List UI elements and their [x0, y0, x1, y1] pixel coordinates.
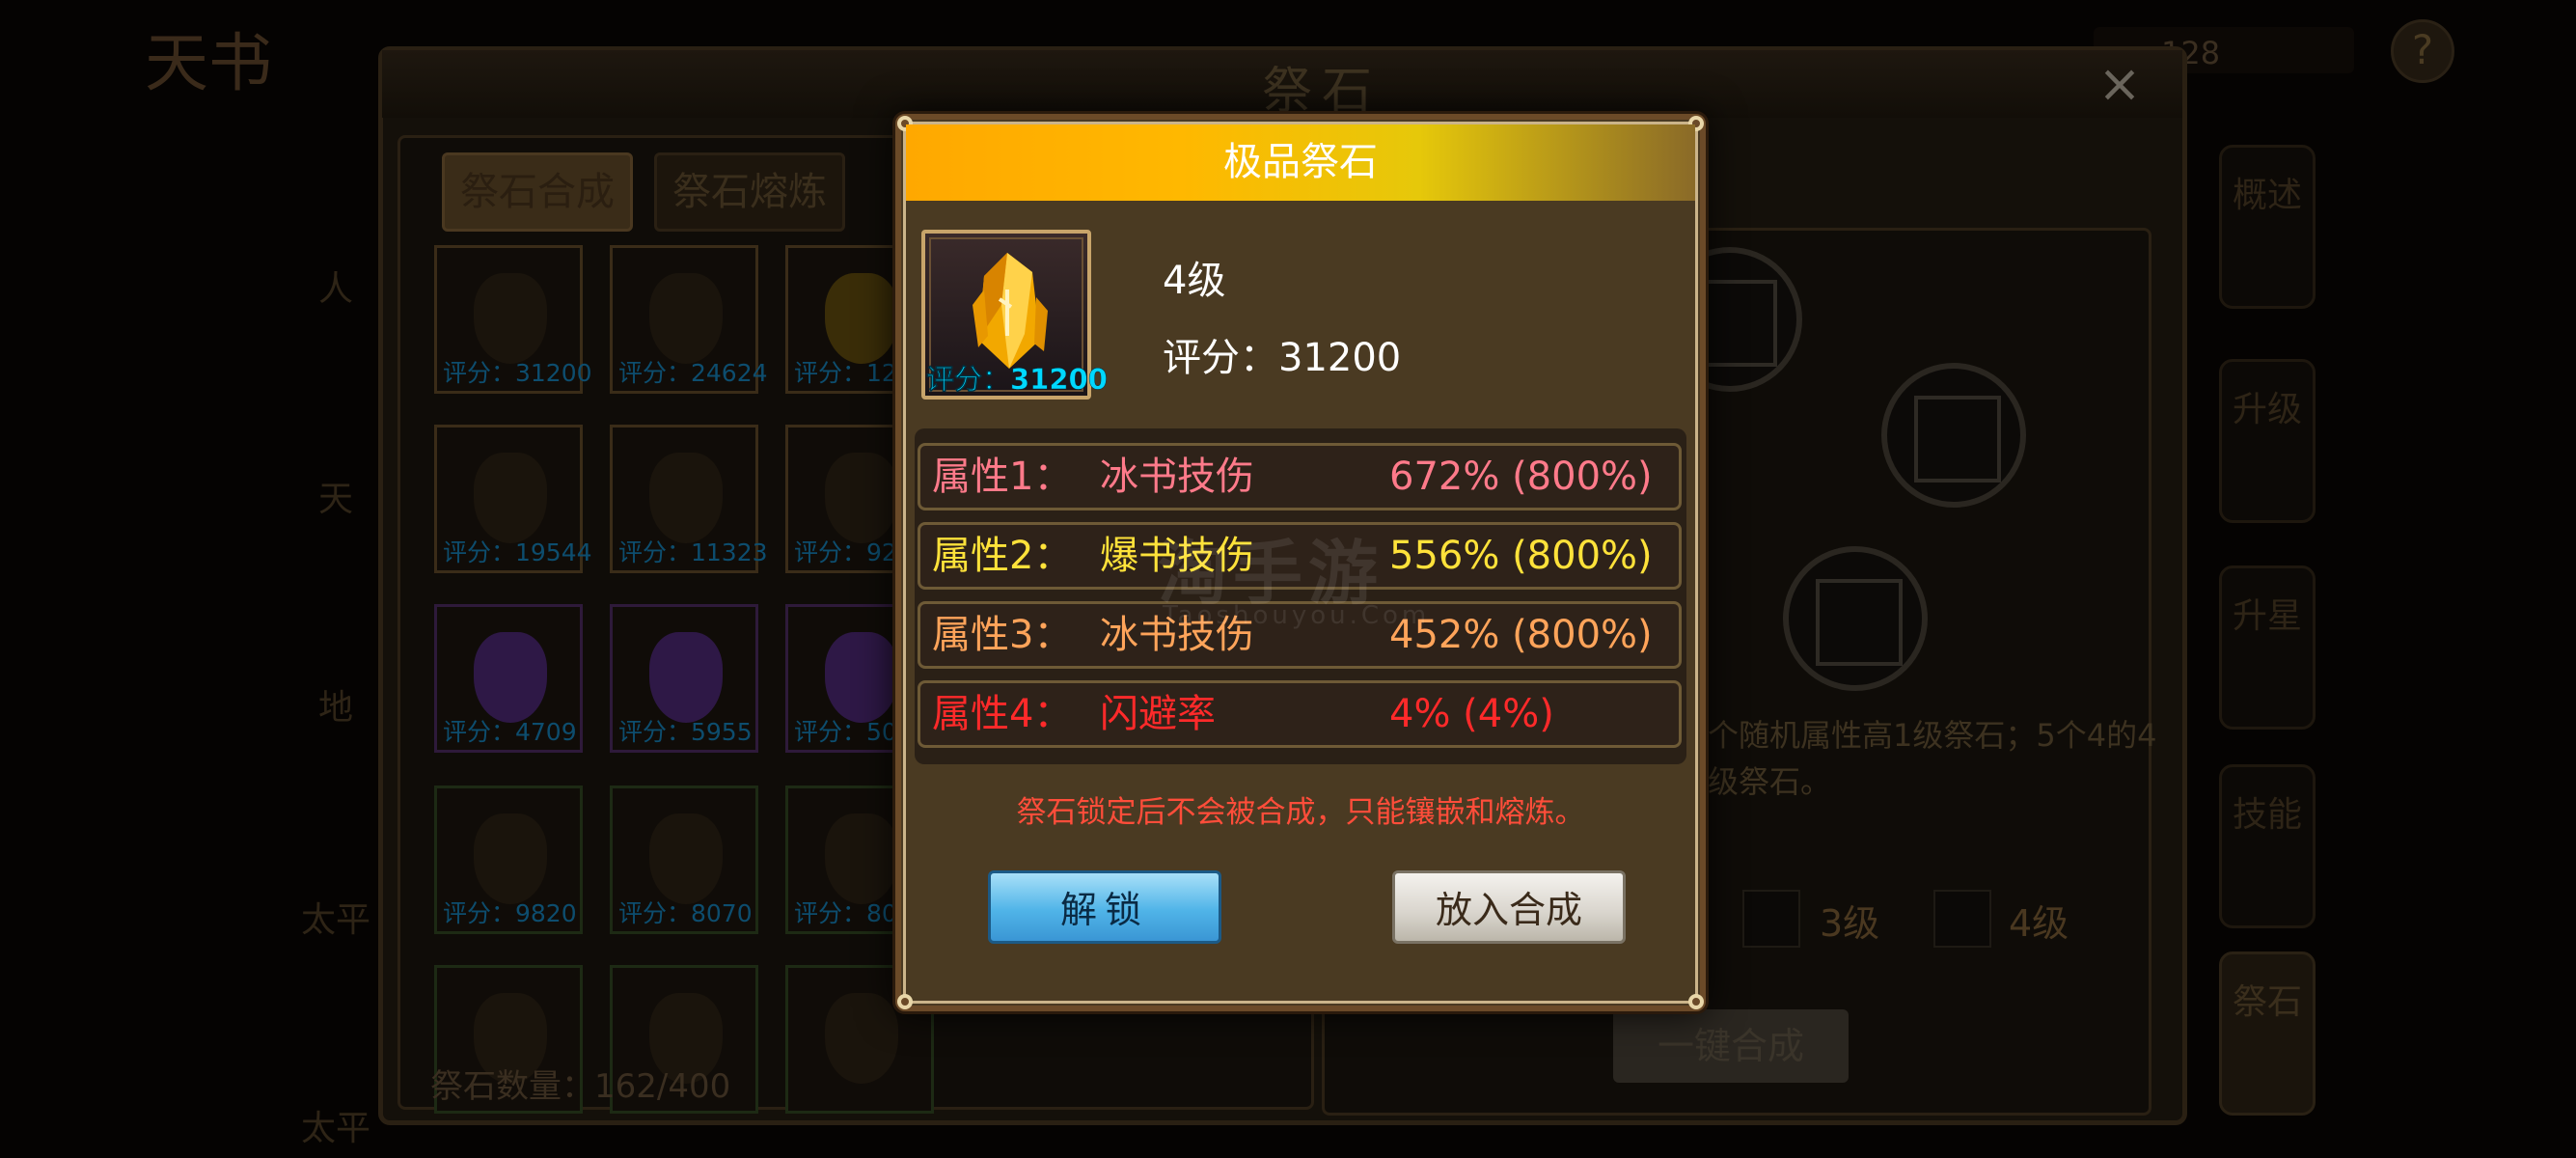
crystal-icon [649, 632, 723, 723]
level-checkbox[interactable] [1742, 890, 1800, 948]
side-label: 天 [318, 480, 354, 519]
level-checkbox[interactable] [1933, 890, 1991, 948]
compose-slot[interactable] [1881, 363, 2026, 508]
side-label: 太平 [301, 1109, 371, 1148]
attribute-value: 556% (800%) [1389, 534, 1653, 578]
stone-slot[interactable]: 评分：4709 [434, 604, 583, 753]
crystal-icon [825, 273, 898, 364]
attribute-row: 属性1： 冰书技伤 672% (800%) [918, 443, 1682, 510]
help-icon[interactable]: ? [2391, 19, 2454, 83]
attribute-value: 672% (800%) [1389, 455, 1653, 499]
stone-score: 评分：11323 [618, 538, 768, 566]
frame-corner [897, 994, 913, 1009]
lock-icon [825, 813, 898, 904]
stone-score: 评分：19544 [443, 538, 592, 566]
stone-score: 评分：5955 [618, 718, 753, 746]
stone-slot[interactable]: 评分：19544 [434, 425, 592, 573]
attribute-label: 属性1： [932, 455, 1073, 499]
stone-score: 评分：31200 [443, 359, 592, 387]
level-option-label: 3级 [1820, 902, 1880, 945]
stone-window-title: 祭石 [1261, 63, 1382, 121]
compose-description: 个随机属性高1级祭石；5个4的4级祭石。 [1708, 717, 2157, 800]
side-label: 太平 [301, 900, 371, 940]
frame-corner [1688, 994, 1704, 1009]
lock-icon [474, 273, 547, 364]
lock-icon [825, 453, 898, 543]
stone-slot[interactable]: 评分：24624 [610, 245, 768, 394]
background-title: 天书 [145, 26, 272, 100]
attribute-label: 属性4： [932, 692, 1073, 736]
crystal-icon [474, 632, 547, 723]
close-icon[interactable]: × [2086, 50, 2153, 118]
watermark-sub: Taoshouyou.Com [1163, 601, 1431, 630]
right-tab-upgrade[interactable]: 升级 [2219, 359, 2316, 523]
side-label: 地 [318, 688, 354, 728]
attribute-value: 4% (4%) [1389, 692, 1554, 736]
tab-stone-compose[interactable]: 祭石合成 [442, 152, 633, 232]
lock-icon [649, 453, 723, 543]
unlock-button[interactable]: 解锁 [988, 870, 1221, 944]
side-label: 人 [318, 269, 354, 309]
item-rating: 评分：31200 [1163, 336, 1402, 380]
attribute-name: 闪避率 [1100, 692, 1216, 736]
lock-icon [825, 993, 898, 1084]
stone-slot[interactable]: 评分：31200 [434, 245, 592, 394]
item-level: 4级 [1163, 259, 1226, 303]
right-tab-star[interactable]: 升星 [2219, 565, 2316, 730]
stone-slot[interactable]: 评分：8070 [610, 786, 758, 934]
stone-count: 祭石数量：162/400 [430, 1067, 731, 1106]
right-tab-overview[interactable]: 概述 [2219, 145, 2316, 309]
stone-score: 评分：80 [794, 899, 897, 927]
compose-slot[interactable] [1783, 546, 1928, 691]
lock-icon [474, 453, 547, 543]
stone-score: 评分：8070 [618, 899, 753, 927]
right-tab-stone[interactable]: 祭石 [2219, 951, 2316, 1116]
level-option-label: 4级 [2009, 902, 2069, 945]
crystal-icon [825, 632, 898, 723]
stone-score: 评分：4709 [443, 718, 577, 746]
one-key-compose-button[interactable]: 一键合成 [1613, 1009, 1849, 1083]
stone-score: 评分：24624 [618, 359, 768, 387]
lock-icon [649, 273, 723, 364]
lock-icon [649, 813, 723, 904]
item-score-badge: 评分：31200 [926, 363, 1108, 397]
lock-notice: 祭石锁定后不会被合成，只能镶嵌和熔炼。 [1016, 795, 1585, 830]
stone-score: 评分：9820 [443, 899, 577, 927]
stone-score: 评分：12 [794, 359, 897, 387]
attribute-label: 属性2： [932, 534, 1073, 578]
stone-score: 评分：92 [794, 538, 897, 566]
stone-score: 评分：50 [794, 718, 897, 746]
tab-stone-smelt[interactable]: 祭石熔炼 [654, 152, 845, 232]
attribute-label: 属性3： [932, 613, 1073, 657]
stone-slot[interactable]: 评分：11323 [610, 425, 768, 573]
dialog-title: 极品祭石 [1223, 140, 1378, 184]
right-tab-skill[interactable]: 技能 [2219, 764, 2316, 928]
lock-icon [474, 813, 547, 904]
stone-slot[interactable]: 评分：9820 [434, 786, 583, 934]
stone-slot[interactable]: 评分：5955 [610, 604, 758, 753]
attribute-name: 冰书技伤 [1100, 455, 1254, 499]
attribute-row: 属性4： 闪避率 4% (4%) [918, 680, 1682, 748]
add-to-compose-button[interactable]: 放入合成 [1392, 870, 1626, 944]
yellow-crystal-icon [973, 253, 1048, 369]
